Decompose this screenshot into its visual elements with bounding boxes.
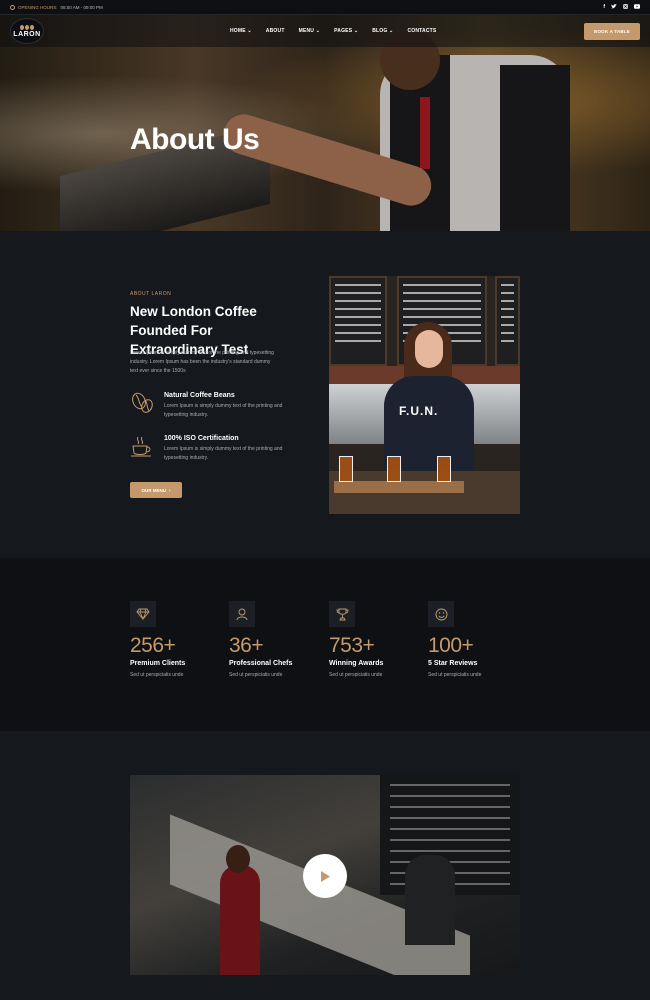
main-nav: LARON HOME ⌄ ABOUT MENU ⌄ PAGES ⌄ BLOG ⌄… — [0, 15, 650, 47]
video-thumbnail[interactable] — [130, 775, 520, 975]
stat-value: 36+ — [229, 634, 264, 657]
nav-item-blog[interactable]: BLOG ⌄ — [372, 28, 393, 34]
facebook-icon[interactable]: f — [603, 4, 605, 10]
smiley-icon — [428, 601, 454, 627]
coffee-beans-icon — [132, 392, 153, 413]
stat-description: Sed ut perspiciatis unde — [329, 672, 383, 678]
youtube-icon[interactable] — [634, 3, 640, 11]
about-description: Lorem Ipsum is simply dummy text of the … — [130, 350, 274, 374]
social-links: f — [603, 3, 640, 11]
stat-five-star-reviews: 100+ 5 Star Reviews Sed ut perspiciatis … — [428, 601, 528, 678]
stat-value: 256+ — [130, 634, 176, 657]
nav-menu: HOME ⌄ ABOUT MENU ⌄ PAGES ⌄ BLOG ⌄ CONTA… — [230, 28, 436, 34]
coffee-bean-logo-icon — [20, 24, 34, 30]
stat-description: Sed ut perspiciatis unde — [130, 672, 184, 678]
section-eyebrow: ABOUT LARON — [130, 291, 172, 297]
chef-icon — [229, 601, 255, 627]
feature-title: 100% ISO Certification — [164, 435, 239, 442]
play-icon — [321, 870, 330, 882]
stat-description: Sed ut perspiciatis unde — [229, 672, 283, 678]
stat-winning-awards: 753+ Winning Awards Sed ut perspiciatis … — [329, 601, 429, 678]
opening-hours-label: OPENING HOURS: — [18, 4, 58, 10]
twitter-icon[interactable] — [611, 3, 617, 11]
page-title: About Us — [130, 123, 260, 156]
opening-hours: OPENING HOURS: 08:00 AM - 09:00 PM — [10, 4, 103, 10]
stat-label: Winning Awards — [329, 660, 384, 667]
stat-label: 5 Star Reviews — [428, 660, 478, 667]
feature-description: Lorem Ipsum is simply dummy text of the … — [164, 403, 283, 418]
shirt-print: F.U.N. — [399, 404, 439, 418]
chevron-right-icon: › — [169, 487, 171, 493]
video-section — [0, 731, 650, 1000]
feature-title: Natural Coffee Beans — [164, 392, 235, 399]
stat-label: Premium Clients — [130, 660, 186, 667]
stat-value: 100+ — [428, 634, 474, 657]
nav-item-home[interactable]: HOME ⌄ — [230, 28, 252, 34]
stat-professional-chefs: 36+ Professional Chefs Sed ut perspiciat… — [229, 601, 329, 678]
feature-natural-beans: Natural Coffee Beans Lorem Ipsum is simp… — [130, 391, 289, 420]
play-button[interactable] — [303, 854, 347, 898]
our-menu-button[interactable]: OUR MENU › — [130, 482, 182, 498]
nav-item-about[interactable]: ABOUT — [266, 28, 285, 34]
feature-iso-certification: 100% ISO Certification Lorem Ipsum is si… — [130, 434, 289, 463]
stat-description: Sed ut perspiciatis unde — [428, 672, 482, 678]
book-a-table-button[interactable]: BOOK A TABLE — [584, 22, 640, 40]
coffee-cup-icon — [131, 436, 151, 457]
trophy-icon — [329, 601, 355, 627]
about-section: ABOUT LARON New London Coffee Founded Fo… — [0, 231, 650, 558]
clock-icon — [10, 4, 15, 10]
stat-value: 753+ — [329, 634, 375, 657]
nav-item-menu[interactable]: MENU ⌄ — [299, 28, 321, 34]
stats-section: 256+ Premium Clients Sed ut perspiciatis… — [0, 558, 650, 731]
nav-item-pages[interactable]: PAGES ⌄ — [334, 28, 358, 34]
top-bar: OPENING HOURS: 08:00 AM - 09:00 PM f — [0, 0, 650, 15]
instagram-icon[interactable] — [623, 3, 628, 11]
hero-banner: About Us — [0, 15, 650, 231]
feature-description: Lorem Ipsum is simply dummy text of the … — [164, 446, 283, 461]
diamond-icon — [130, 601, 156, 627]
nav-item-contacts[interactable]: CONTACTS — [407, 28, 436, 34]
opening-hours-value: 08:00 AM - 09:00 PM — [60, 4, 103, 10]
about-photo: F.U.N. — [329, 276, 520, 514]
stat-label: Professional Chefs — [229, 660, 293, 667]
stat-premium-clients: 256+ Premium Clients Sed ut perspiciatis… — [130, 601, 230, 678]
logo[interactable]: LARON — [10, 18, 44, 44]
